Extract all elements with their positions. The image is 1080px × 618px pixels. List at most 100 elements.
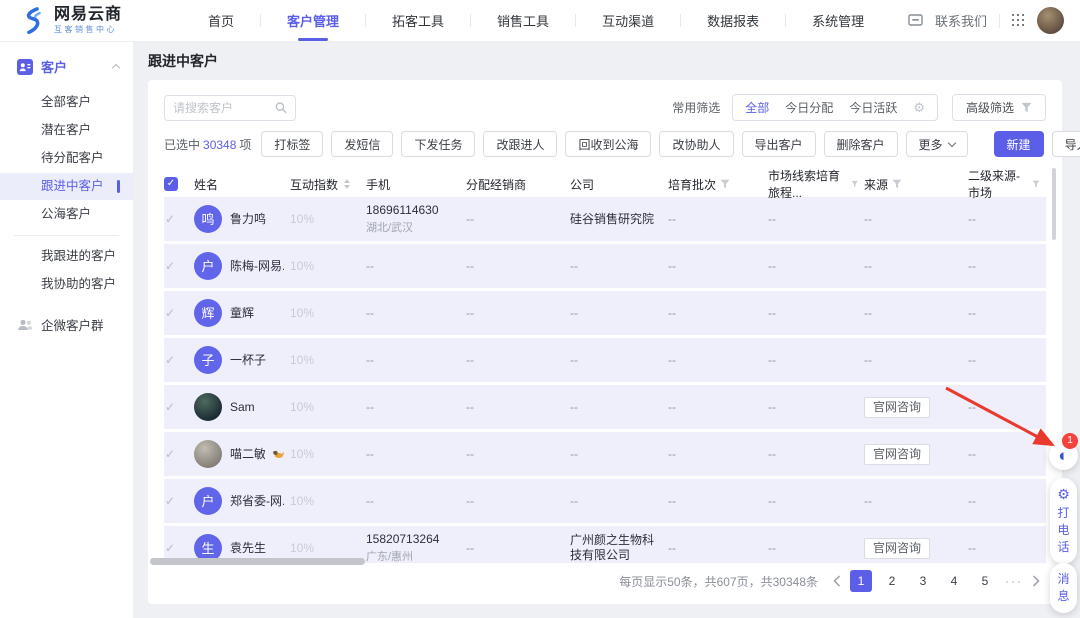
source-cell: -- bbox=[864, 212, 968, 227]
row-checkbox[interactable]: ✓ bbox=[164, 212, 175, 226]
prev-page-button[interactable] bbox=[833, 575, 841, 587]
more-pages-button[interactable]: ··· bbox=[1005, 574, 1023, 588]
sidebar-item[interactable]: 潜在客户 bbox=[0, 117, 133, 144]
row-checkbox[interactable]: ✓ bbox=[164, 306, 175, 320]
table-row[interactable]: ✓Sam10%----------官网咨询-- bbox=[164, 385, 1046, 429]
toolbar-action-button[interactable]: 回收到公海 bbox=[565, 131, 651, 157]
avatar: 户 bbox=[194, 252, 222, 280]
filter-funnel-icon[interactable] bbox=[720, 179, 730, 189]
filter-funnel-icon[interactable] bbox=[892, 179, 902, 189]
sidebar-item[interactable]: 跟进中客户 bbox=[0, 173, 133, 200]
row-checkbox[interactable]: ✓ bbox=[164, 447, 175, 461]
toolbar-action-button[interactable]: 发短信 bbox=[331, 131, 393, 157]
dealer-cell: -- bbox=[466, 541, 570, 556]
advanced-filter-button[interactable]: 高级筛选 bbox=[952, 94, 1046, 121]
sidebar-group-customers[interactable]: 客户 bbox=[0, 42, 133, 88]
create-button[interactable]: 新建 bbox=[994, 131, 1044, 157]
content-card: 常用筛选 全部今日分配今日活跃 ⚙ 高级筛选 已选中30348项 打标签发短信下发… bbox=[148, 80, 1062, 604]
page-number-2[interactable]: 2 bbox=[881, 570, 903, 592]
sidebar-item[interactable]: 待分配客户 bbox=[0, 145, 133, 172]
table-row[interactable]: ✓户陈梅-网易...10%-------------- bbox=[164, 244, 1046, 288]
sidebar-item[interactable]: 我跟进的客户 bbox=[0, 243, 133, 270]
toolbar-action-button[interactable]: 删除客户 bbox=[824, 131, 898, 157]
nav-item-3[interactable]: 拓客工具 bbox=[366, 0, 470, 41]
vertical-scrollbar[interactable] bbox=[1052, 168, 1056, 240]
page-number-4[interactable]: 4 bbox=[943, 570, 965, 592]
search-icon[interactable] bbox=[275, 101, 287, 114]
user-avatar[interactable] bbox=[1037, 7, 1064, 34]
table-body: ✓鸣鲁力鸣10%18696114630湖北/武汉--硅谷销售研究院-------… bbox=[164, 197, 1046, 563]
nav-item-5[interactable]: 互动渠道 bbox=[576, 0, 680, 41]
row-checkbox[interactable]: ✓ bbox=[164, 353, 175, 367]
import-button[interactable]: 导入 bbox=[1052, 131, 1080, 157]
customer-name[interactable]: 郑省委-网... bbox=[230, 494, 284, 509]
page-number-1[interactable]: 1 bbox=[850, 570, 872, 592]
toolbar-action-button[interactable]: 下发任务 bbox=[401, 131, 475, 157]
sort-icon[interactable] bbox=[344, 179, 350, 189]
customer-name[interactable]: Sam bbox=[230, 400, 255, 415]
toolbar-action-button[interactable]: 打标签 bbox=[261, 131, 323, 157]
batch-cell: -- bbox=[668, 353, 768, 368]
toolbar-action-button[interactable]: 改跟进人 bbox=[483, 131, 557, 157]
search-input[interactable] bbox=[173, 101, 275, 115]
selected-prefix: 已选中 bbox=[164, 138, 200, 152]
quick-filter[interactable]: 今日分配 bbox=[785, 99, 833, 116]
make-call-button[interactable]: ⚙ 打电话 bbox=[1050, 478, 1077, 564]
next-page-button[interactable] bbox=[1032, 575, 1040, 587]
horizontal-scrollbar[interactable] bbox=[150, 558, 365, 565]
messages-button[interactable]: 消息 bbox=[1050, 563, 1077, 613]
nav-item-4[interactable]: 销售工具 bbox=[471, 0, 575, 41]
table-row[interactable]: ✓辉童辉10%-------------- bbox=[164, 291, 1046, 335]
journey-cell: -- bbox=[768, 494, 864, 509]
chevron-down-icon bbox=[947, 138, 955, 146]
phone-cell: -- bbox=[366, 494, 466, 509]
sidebar-item-wework-groups[interactable]: 企微客户群 bbox=[0, 299, 133, 334]
table-row[interactable]: ✓鸣鲁力鸣10%18696114630湖北/武汉--硅谷销售研究院-------… bbox=[164, 197, 1046, 241]
table-row[interactable]: ✓子一杯子10%-------------- bbox=[164, 338, 1046, 382]
dealer-cell: -- bbox=[466, 494, 570, 509]
sidebar-item[interactable]: 公海客户 bbox=[0, 201, 133, 228]
sidebar-item[interactable]: 我协助的客户 bbox=[0, 271, 133, 298]
column-label: 公司 bbox=[570, 176, 594, 193]
row-checkbox[interactable]: ✓ bbox=[164, 494, 175, 508]
toolbar-action-button[interactable]: 导出客户 bbox=[742, 131, 816, 157]
quick-filter-settings-icon[interactable]: ⚙ bbox=[913, 100, 925, 116]
nav-item-2[interactable]: 客户管理 bbox=[261, 0, 365, 41]
filter-funnel-icon[interactable] bbox=[851, 179, 858, 189]
row-checkbox[interactable]: ✓ bbox=[164, 259, 175, 273]
customer-name[interactable]: 喵二敏爷 bbox=[230, 447, 265, 462]
row-checkbox[interactable]: ✓ bbox=[164, 541, 175, 555]
nav-item-7[interactable]: 系统管理 bbox=[786, 0, 890, 41]
nav-item-1[interactable]: 首页 bbox=[182, 0, 260, 41]
sidebar-item[interactable]: 全部客户 bbox=[0, 89, 133, 116]
nav-item-6[interactable]: 数据报表 bbox=[681, 0, 785, 41]
nav-item-label: 数据报表 bbox=[707, 11, 759, 30]
select-all-checkbox[interactable]: ✓ bbox=[164, 177, 178, 191]
common-filters-label: 常用筛选 bbox=[672, 99, 720, 116]
customer-name[interactable]: 童辉 bbox=[230, 306, 254, 321]
customer-name[interactable]: 一杯子 bbox=[230, 353, 266, 368]
row-checkbox[interactable]: ✓ bbox=[164, 400, 175, 414]
quick-filter[interactable]: 今日活跃 bbox=[849, 99, 897, 116]
page-number-5[interactable]: 5 bbox=[974, 570, 996, 592]
secondary-source-cell: -- bbox=[968, 541, 1046, 556]
toolbar-action-button[interactable]: 改协助人 bbox=[659, 131, 733, 157]
apps-grid-icon[interactable] bbox=[1012, 14, 1025, 27]
customer-name[interactable]: 鲁力鸣 bbox=[230, 212, 266, 227]
column-label: 来源 bbox=[864, 176, 888, 193]
table-row[interactable]: ✓喵二敏爷10%----------官网咨询-- bbox=[164, 432, 1046, 476]
batch-cell: -- bbox=[668, 212, 768, 227]
secondary-source-cell: -- bbox=[968, 400, 1046, 415]
page-number-3[interactable]: 3 bbox=[912, 570, 934, 592]
chat-icon[interactable] bbox=[908, 14, 923, 28]
customer-name[interactable]: 陈梅-网易... bbox=[230, 259, 284, 274]
quick-filter[interactable]: 全部 bbox=[745, 99, 769, 116]
column-header: 公司 bbox=[570, 176, 668, 193]
filter-funnel-icon[interactable] bbox=[1032, 179, 1040, 189]
contact-us-link[interactable]: 联系我们 bbox=[935, 11, 987, 30]
selected-count-text: 已选中30348项 bbox=[164, 136, 251, 153]
table-row[interactable]: ✓户郑省委-网...10%-------------- bbox=[164, 479, 1046, 523]
main-area: 跟进中客户 常用筛选 全部今日分配今日活跃⚙ 高级筛选 bbox=[133, 42, 1080, 618]
customer-name[interactable]: 袁先生 bbox=[230, 541, 266, 556]
more-button[interactable]: 更多 bbox=[906, 131, 968, 157]
